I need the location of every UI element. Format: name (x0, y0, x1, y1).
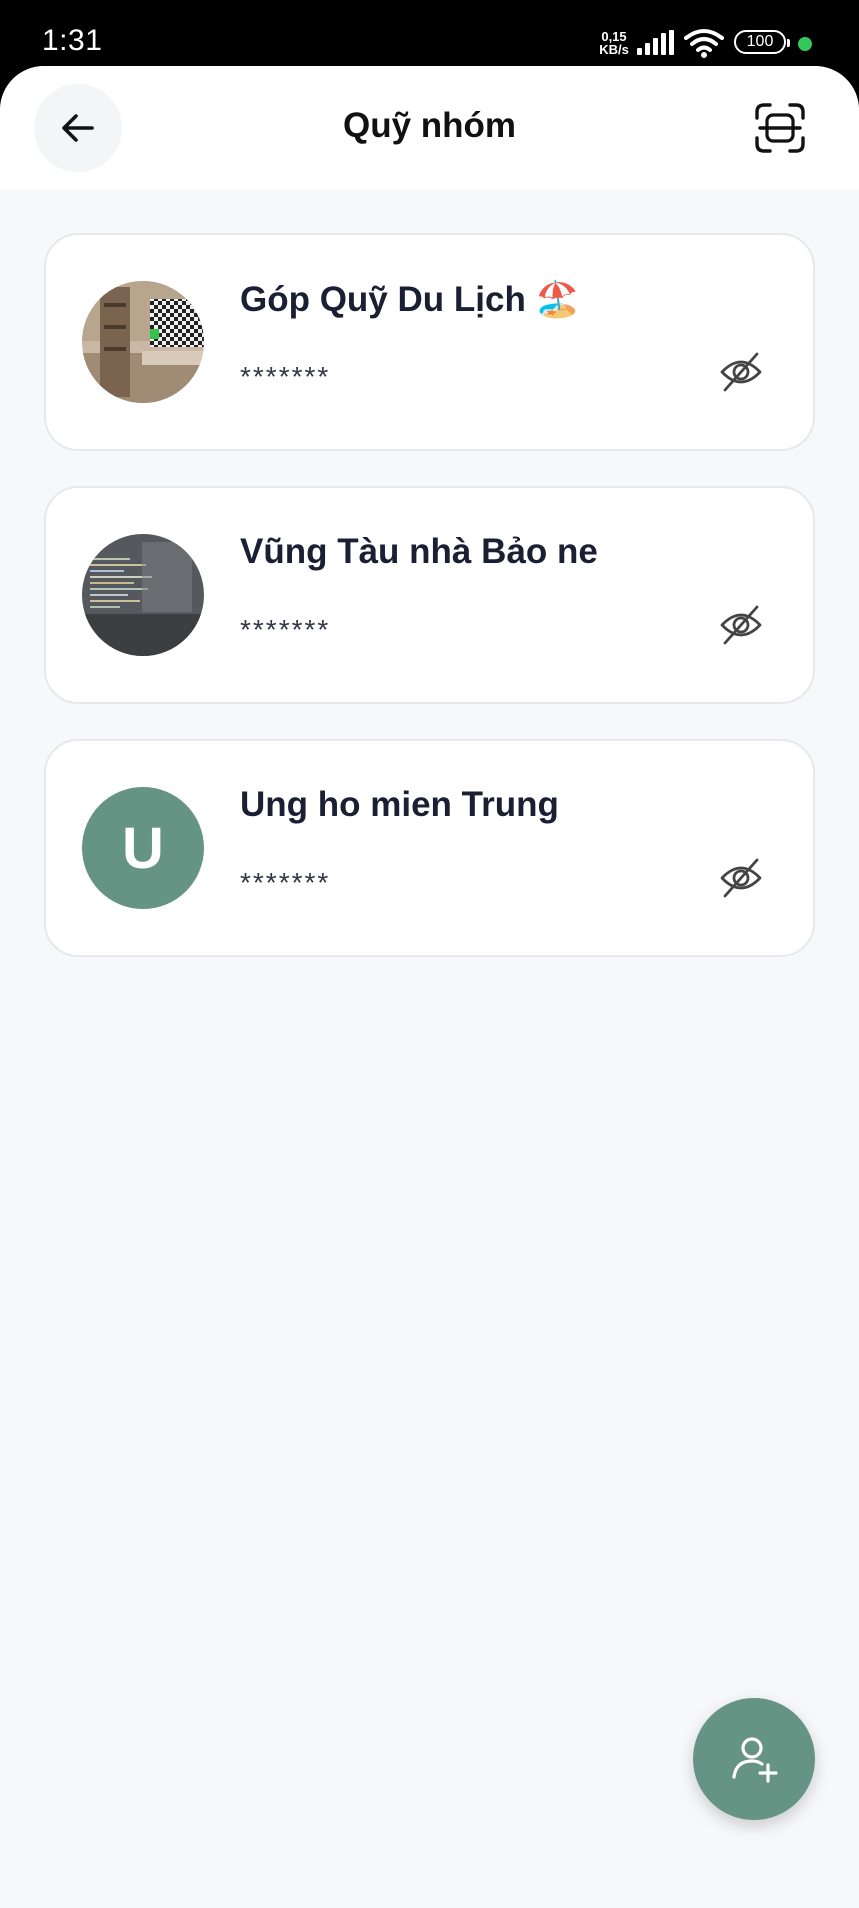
scan-qr-icon (755, 103, 805, 153)
status-bar: 1:31 0,15 KB/s 100 (0, 0, 859, 72)
fund-card[interactable]: Góp Quỹ Du Lịch 🏖️ ******* (44, 233, 815, 451)
toggle-balance-visibility[interactable] (718, 602, 764, 648)
eye-off-icon (720, 858, 762, 898)
add-member-button[interactable] (693, 1698, 815, 1820)
privacy-indicator-dot (798, 37, 812, 51)
fund-name: Góp Quỹ Du Lịch 🏖️ (240, 280, 580, 319)
fund-card[interactable]: U Ung ho mien Trung ******* (44, 739, 815, 957)
fund-avatar (82, 534, 204, 656)
scan-button[interactable] (752, 100, 808, 156)
room-photo (82, 281, 204, 403)
toggle-balance-visibility[interactable] (718, 855, 764, 901)
fund-name: Ung ho mien Trung (240, 785, 559, 824)
battery-indicator: 100 (734, 30, 790, 54)
network-speed-unit: KB/s (599, 42, 629, 57)
add-member-icon (732, 1737, 778, 1783)
app-content: Quỹ nhóm Góp Quỹ Du Lịch 🏖️ ******* Vũng… (0, 66, 859, 1908)
eye-off-icon (720, 352, 762, 392)
fund-balance-hidden: ******* (240, 867, 331, 898)
fund-card[interactable]: Vũng Tàu nhà Bảo ne ******* (44, 486, 815, 704)
header: Quỹ nhóm (0, 66, 859, 190)
code-screen-photo (82, 534, 204, 656)
signal-icon (637, 30, 674, 55)
fund-avatar-initial: U (82, 787, 204, 909)
network-speed: 0,15 KB/s (596, 30, 632, 56)
page-title: Quỹ nhóm (342, 106, 517, 145)
fund-name: Vũng Tàu nhà Bảo ne (240, 532, 598, 571)
status-time: 1:31 (42, 24, 103, 57)
eye-off-icon (720, 605, 762, 645)
fund-balance-hidden: ******* (240, 361, 331, 392)
wifi-icon (684, 29, 724, 58)
toggle-balance-visibility[interactable] (718, 349, 764, 395)
fund-balance-hidden: ******* (240, 614, 331, 645)
screen: 1:31 0,15 KB/s 100 Quỹ nhóm Góp Quỹ Du L… (0, 0, 859, 1908)
fund-list: Góp Quỹ Du Lịch 🏖️ ******* Vũng Tàu nhà … (44, 233, 815, 992)
fund-avatar (82, 281, 204, 403)
